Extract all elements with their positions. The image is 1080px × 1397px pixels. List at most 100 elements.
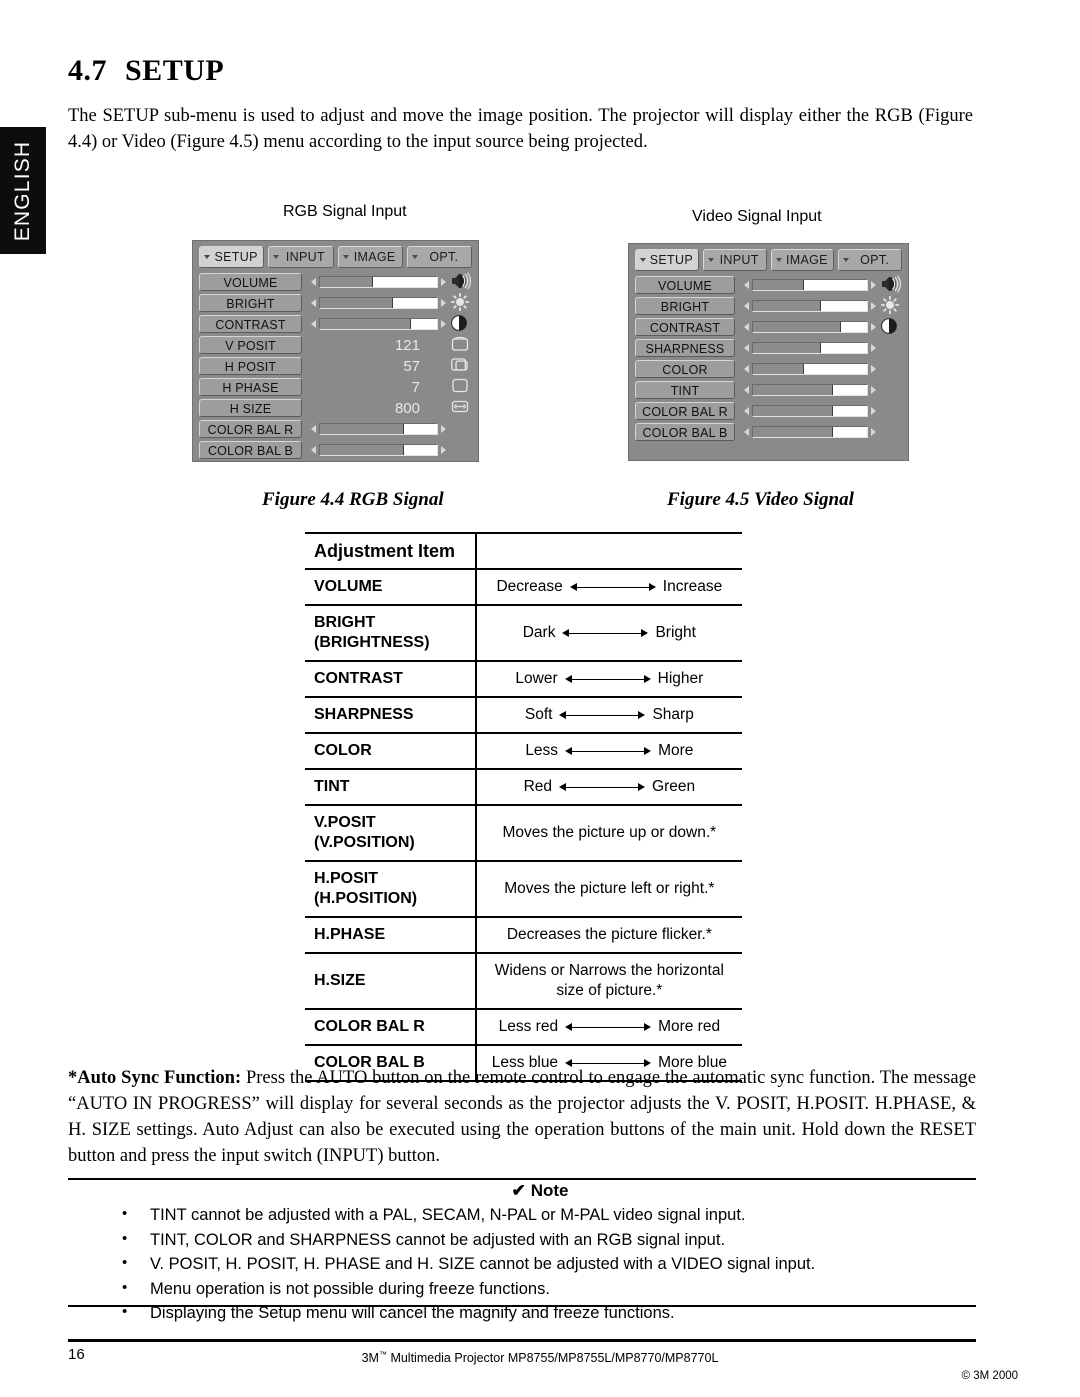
speaker-icon bbox=[880, 275, 902, 295]
osd-row: VOLUME bbox=[199, 272, 472, 292]
arrow-right-icon[interactable] bbox=[441, 278, 446, 286]
arrow-left-icon[interactable] bbox=[744, 365, 749, 373]
chevron-down-icon bbox=[204, 255, 210, 259]
arrow-right-icon[interactable] bbox=[871, 407, 876, 415]
arrow-left-icon[interactable] bbox=[311, 446, 316, 454]
osd-row: H PHASE 7 bbox=[199, 377, 472, 397]
item-name: TINT bbox=[314, 778, 350, 795]
arrow-right-icon[interactable] bbox=[871, 365, 876, 373]
osd-tabbar-video: SETUP INPUT IMAGE OPT. bbox=[635, 249, 902, 271]
section-title: SETUP bbox=[125, 54, 225, 87]
osd-slider[interactable] bbox=[752, 384, 868, 396]
h-size-icon bbox=[450, 398, 472, 418]
osd-tab-label: SETUP bbox=[649, 253, 693, 267]
osd-slider-fill bbox=[753, 280, 805, 290]
osd-item-sharpness[interactable]: SHARPNESS bbox=[635, 339, 735, 357]
osd-tab-image[interactable]: IMAGE bbox=[770, 249, 835, 271]
chevron-down-icon bbox=[775, 258, 782, 262]
osd-slider[interactable] bbox=[319, 276, 438, 288]
arrow-right-icon[interactable] bbox=[441, 299, 446, 307]
osd-slider[interactable] bbox=[752, 363, 868, 375]
arrow-left-icon[interactable] bbox=[311, 299, 316, 307]
osd-icon-placeholder bbox=[880, 422, 902, 442]
table-cell-item: SHARPNESS bbox=[305, 697, 477, 733]
osd-slider[interactable] bbox=[319, 297, 438, 309]
arrow-right-icon[interactable] bbox=[871, 302, 876, 310]
arrow-left-icon[interactable] bbox=[744, 323, 749, 331]
arrow-right-icon[interactable] bbox=[871, 281, 876, 289]
osd-row: TINT bbox=[635, 380, 902, 400]
osd-row: CONTRAST bbox=[635, 317, 902, 337]
osd-slider[interactable] bbox=[752, 342, 868, 354]
osd-slider[interactable] bbox=[752, 405, 868, 417]
osd-control bbox=[311, 419, 446, 439]
chevron-down-icon bbox=[342, 255, 349, 259]
arrow-left-icon[interactable] bbox=[744, 386, 749, 394]
osd-slider[interactable] bbox=[752, 300, 868, 312]
arrow-left-icon[interactable] bbox=[744, 281, 749, 289]
osd-tab-opt[interactable]: OPT. bbox=[406, 246, 472, 268]
osd-item-bright[interactable]: BRIGHT bbox=[635, 297, 735, 315]
osd-slider[interactable] bbox=[319, 444, 438, 456]
osd-control bbox=[744, 317, 876, 337]
range-left-label: Less bbox=[525, 742, 559, 759]
osd-slider-fill bbox=[320, 424, 405, 434]
arrow-left-icon[interactable] bbox=[744, 302, 749, 310]
footer-divider bbox=[68, 1339, 976, 1342]
osd-item-v-posit[interactable]: V POSIT bbox=[199, 336, 302, 354]
osd-item-volume[interactable]: VOLUME bbox=[199, 273, 302, 291]
osd-item-color[interactable]: COLOR bbox=[635, 360, 735, 378]
arrow-right-icon[interactable] bbox=[871, 386, 876, 394]
osd-slider-fill bbox=[753, 427, 833, 437]
arrow-right-icon[interactable] bbox=[871, 344, 876, 352]
arrow-right-icon[interactable] bbox=[441, 425, 446, 433]
osd-item-color-bal-b[interactable]: COLOR BAL B bbox=[635, 423, 735, 441]
table-cell-description: Decreases the picture flicker.* bbox=[476, 917, 742, 953]
table-cell-item: V.POSIT (V.POSITION) bbox=[305, 805, 477, 861]
table-cell-item: VOLUME bbox=[305, 569, 477, 605]
osd-tab-input[interactable]: INPUT bbox=[702, 249, 767, 271]
osd-item-color-bal-b[interactable]: COLOR BAL B bbox=[199, 441, 302, 459]
chevron-down-icon bbox=[843, 258, 850, 262]
osd-tab-opt[interactable]: OPT. bbox=[838, 249, 902, 271]
arrow-left-icon[interactable] bbox=[744, 407, 749, 415]
arrow-left-icon[interactable] bbox=[744, 344, 749, 352]
osd-control: 121 bbox=[311, 335, 446, 355]
osd-tab-input[interactable]: INPUT bbox=[268, 246, 334, 268]
page-title: 4.7 SETUP bbox=[68, 54, 224, 88]
osd-item-color-bal-r[interactable]: COLOR BAL R bbox=[199, 420, 302, 438]
arrow-left-icon[interactable] bbox=[311, 425, 316, 433]
osd-tabbar-rgb: SETUP INPUT IMAGE OPT. bbox=[199, 246, 472, 268]
osd-item-contrast[interactable]: CONTRAST bbox=[635, 318, 735, 336]
osd-slider[interactable] bbox=[752, 279, 868, 291]
osd-item-color-bal-r[interactable]: COLOR BAL R bbox=[635, 402, 735, 420]
speaker-icon bbox=[450, 272, 472, 292]
osd-slider[interactable] bbox=[319, 318, 438, 330]
range-indicator: Soft Sharp bbox=[518, 705, 701, 725]
arrow-left-icon[interactable] bbox=[744, 428, 749, 436]
osd-control: 7 bbox=[311, 377, 446, 397]
arrow-right-icon[interactable] bbox=[441, 446, 446, 454]
osd-tab-label: OPT. bbox=[429, 250, 459, 264]
arrow-left-icon[interactable] bbox=[311, 278, 316, 286]
arrow-right-icon[interactable] bbox=[871, 323, 876, 331]
osd-slider[interactable] bbox=[752, 426, 868, 438]
osd-item-bright[interactable]: BRIGHT bbox=[199, 294, 302, 312]
arrow-left-icon[interactable] bbox=[311, 320, 316, 328]
arrow-right-icon[interactable] bbox=[441, 320, 446, 328]
osd-item-h-posit[interactable]: H POSIT bbox=[199, 357, 302, 375]
osd-item-contrast[interactable]: CONTRAST bbox=[199, 315, 302, 333]
osd-item-volume[interactable]: VOLUME bbox=[635, 276, 735, 294]
osd-item-tint[interactable]: TINT bbox=[635, 381, 735, 399]
osd-tab-image[interactable]: IMAGE bbox=[337, 246, 403, 268]
range-indicator: Red Green bbox=[517, 777, 703, 797]
osd-item-h-phase[interactable]: H PHASE bbox=[199, 378, 302, 396]
osd-slider[interactable] bbox=[752, 321, 868, 333]
osd-item-h-size[interactable]: H SIZE bbox=[199, 399, 302, 417]
note-item: TINT cannot be adjusted with a PAL, SECA… bbox=[110, 1202, 950, 1228]
osd-slider[interactable] bbox=[319, 423, 438, 435]
arrow-right-icon[interactable] bbox=[871, 428, 876, 436]
osd-tab-setup[interactable]: SETUP bbox=[635, 249, 699, 271]
range-right-label: Higher bbox=[657, 670, 704, 687]
osd-tab-setup[interactable]: SETUP bbox=[199, 246, 265, 268]
